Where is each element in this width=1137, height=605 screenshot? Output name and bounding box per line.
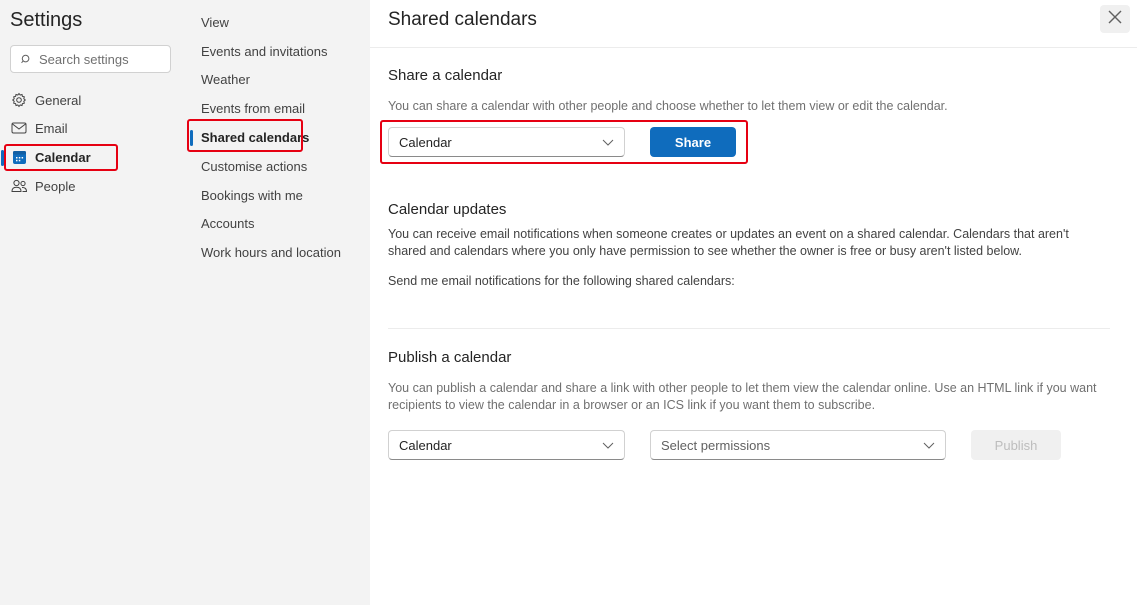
- submenu-customise-actions[interactable]: Customise actions: [201, 156, 307, 176]
- calendar-icon: [10, 148, 28, 166]
- settings-sidebar: Settings General Email Calendar People: [0, 0, 186, 605]
- nav-people[interactable]: People: [10, 174, 75, 198]
- submenu-bookings-with-me[interactable]: Bookings with me: [201, 185, 303, 205]
- chevron-down-icon: [602, 439, 614, 451]
- permissions-dropdown[interactable]: Select permissions: [650, 430, 946, 460]
- close-icon: [1108, 10, 1122, 29]
- chevron-down-icon: [923, 439, 935, 451]
- search-icon: [19, 52, 33, 66]
- chevron-down-icon: [602, 136, 614, 148]
- nav-email[interactable]: Email: [10, 116, 68, 140]
- submenu-accounts[interactable]: Accounts: [201, 213, 254, 233]
- updates-notify-label: Send me email notifications for the foll…: [388, 274, 735, 288]
- settings-title: Settings: [10, 9, 83, 31]
- nav-general[interactable]: General: [10, 88, 81, 112]
- publish-calendar-dropdown[interactable]: Calendar: [388, 430, 625, 460]
- submenu-view[interactable]: View: [201, 12, 229, 32]
- people-icon: [10, 177, 28, 195]
- publish-heading: Publish a calendar: [388, 349, 512, 366]
- title-divider: [370, 47, 1137, 48]
- submenu-shared-calendars[interactable]: Shared calendars: [201, 127, 309, 147]
- nav-calendar[interactable]: Calendar: [10, 145, 91, 169]
- updates-heading: Calendar updates: [388, 201, 507, 218]
- share-calendar-dropdown[interactable]: Calendar: [388, 127, 625, 157]
- submenu-active-indicator: [190, 130, 193, 146]
- submenu-events-from-email[interactable]: Events from email: [201, 98, 305, 118]
- share-calendar-value: Calendar: [399, 134, 452, 150]
- submenu-events-and-invitations[interactable]: Events and invitations: [201, 41, 327, 61]
- permissions-placeholder: Select permissions: [661, 437, 771, 453]
- nav-general-label: General: [35, 92, 82, 108]
- nav-people-label: People: [35, 178, 76, 194]
- submenu-weather[interactable]: Weather: [201, 69, 250, 89]
- submenu-work-hours-and-location[interactable]: Work hours and location: [201, 242, 341, 262]
- share-description: You can share a calendar with other peop…: [388, 99, 948, 113]
- share-heading: Share a calendar: [388, 67, 503, 84]
- page-title: Shared calendars: [388, 9, 537, 30]
- nav-calendar-label: Calendar: [35, 149, 91, 165]
- updates-description: You can receive email notifications when…: [388, 227, 1069, 258]
- main-panel: Shared calendars Share a calendar You ca…: [370, 0, 1137, 605]
- publish-button[interactable]: Publish: [971, 430, 1061, 460]
- gear-icon: [10, 91, 28, 109]
- share-button[interactable]: Share: [650, 127, 736, 157]
- mail-icon: [10, 119, 28, 137]
- publish-calendar-value: Calendar: [399, 437, 452, 453]
- close-button[interactable]: [1100, 5, 1130, 33]
- section-divider: [388, 328, 1110, 329]
- active-indicator: [1, 150, 4, 166]
- search-input[interactable]: [39, 51, 159, 67]
- nav-email-label: Email: [35, 120, 68, 136]
- search-box[interactable]: [10, 45, 171, 73]
- publish-description: You can publish a calendar and share a l…: [388, 381, 1097, 412]
- calendar-submenu: View Events and invitations Weather Even…: [186, 0, 370, 605]
